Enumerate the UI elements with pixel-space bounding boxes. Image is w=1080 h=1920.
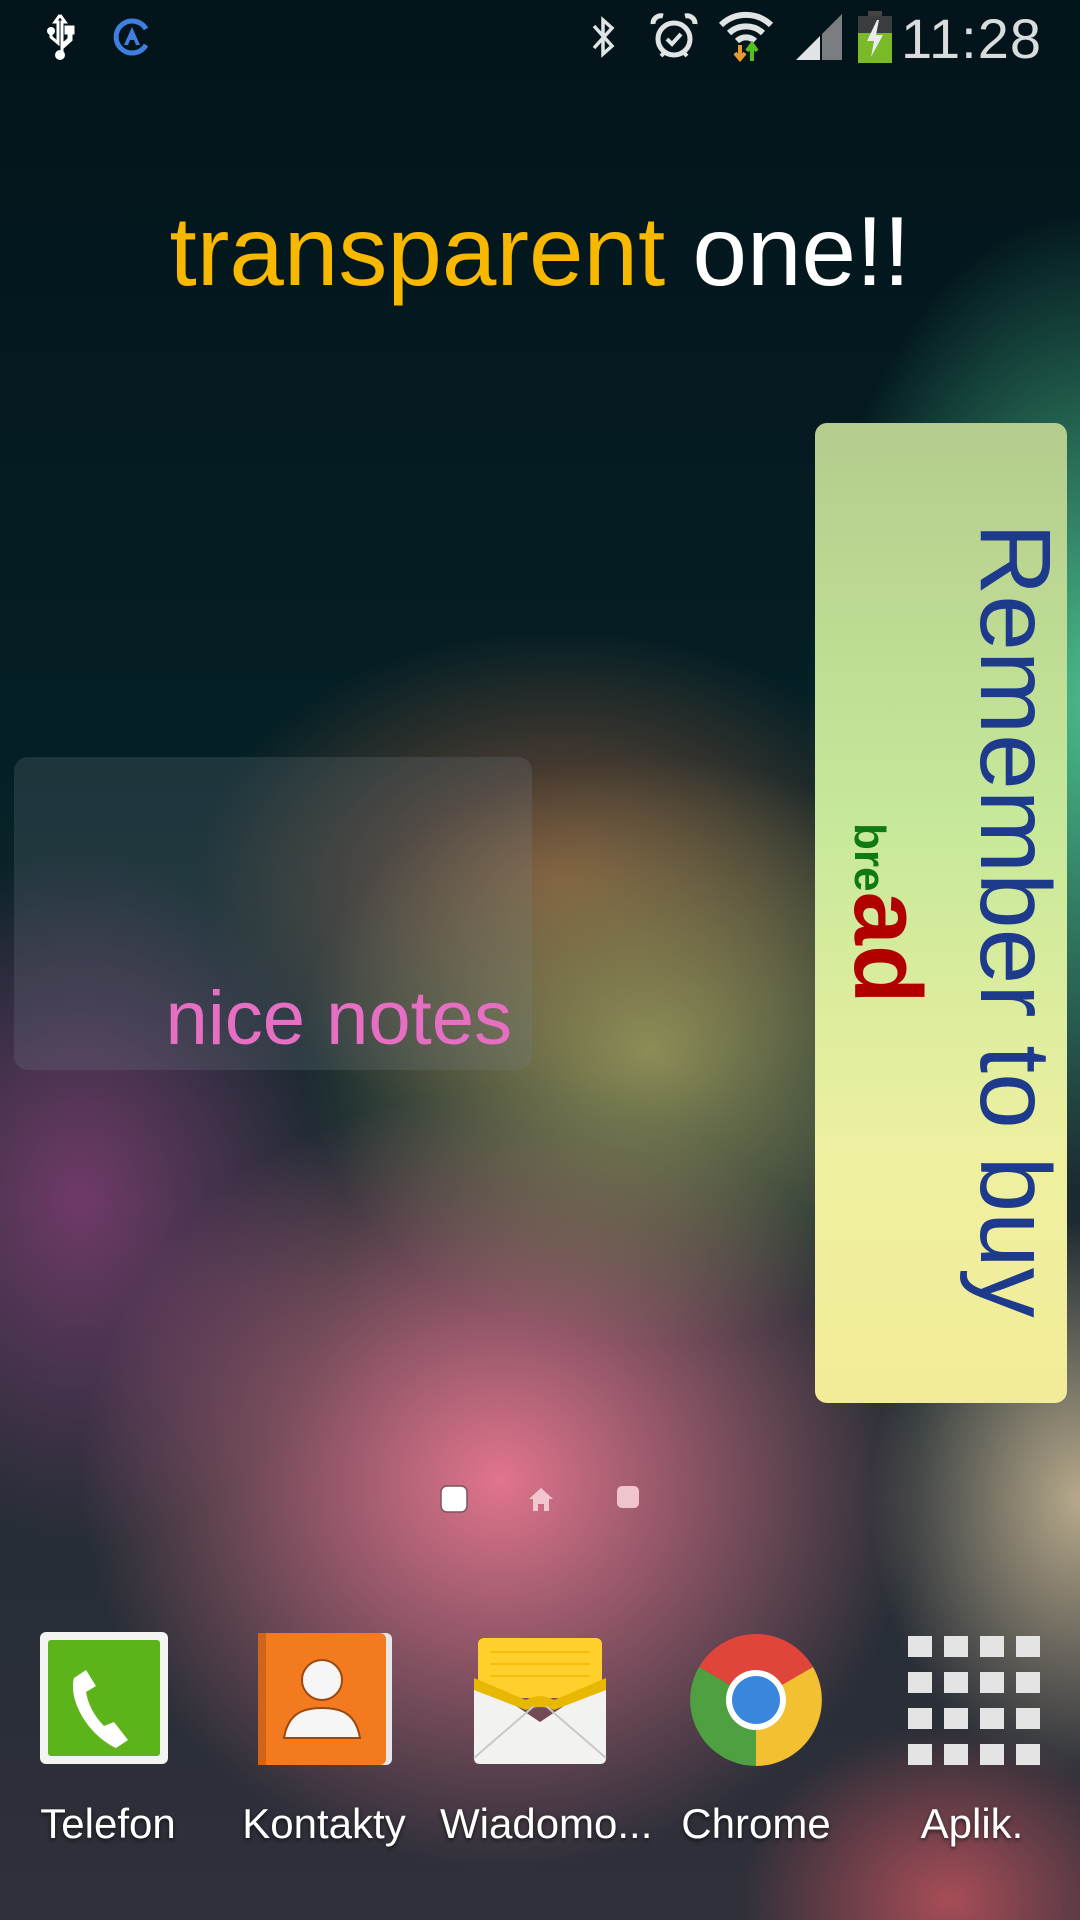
app-kontakty[interactable]: Kontakty	[224, 1630, 424, 1848]
headline-word-1: transparent	[169, 196, 666, 306]
grid-square	[1016, 1708, 1040, 1729]
grid-square	[944, 1744, 968, 1765]
chrome-icon	[686, 1630, 826, 1770]
reminder-main-text: Remember to buy	[959, 523, 1067, 1318]
alarm-icon	[648, 12, 700, 62]
airdroid-icon	[110, 12, 154, 62]
status-bar: 11:28	[0, 0, 1080, 75]
app-aplikacje[interactable]: Aplik.	[872, 1630, 1072, 1848]
grid-square	[908, 1708, 932, 1729]
battery-charging-icon	[857, 11, 893, 63]
app-label: Chrome	[681, 1800, 831, 1847]
app-wiadomosci[interactable]: Wiadomo...	[440, 1630, 653, 1848]
grid-square	[980, 1744, 1004, 1765]
page-dot[interactable]	[616, 1485, 640, 1514]
wifi-data-icon	[718, 11, 774, 63]
clock: 11:28	[901, 7, 1042, 70]
page-indicator	[0, 1485, 1080, 1515]
grid-square	[908, 1744, 932, 1765]
grid-square	[1016, 1672, 1040, 1693]
phone-icon	[38, 1630, 178, 1770]
grid-square	[980, 1672, 1004, 1693]
dock: Telefon Kontakty Wiadomo... Chrome Aplik…	[0, 1630, 1080, 1870]
headline-widget[interactable]: transparent one!!	[0, 195, 1080, 308]
reminder-widget[interactable]: Remember to buy bread	[815, 423, 1067, 1403]
grid-square	[980, 1636, 1004, 1657]
grid-square	[944, 1708, 968, 1729]
app-telefon[interactable]: Telefon	[8, 1630, 208, 1848]
app-label: Telefon	[40, 1800, 176, 1847]
apps-grid-icon	[902, 1630, 1042, 1770]
grid-square	[1016, 1744, 1040, 1765]
note-widget[interactable]: nice notes	[14, 757, 532, 1070]
app-label: Kontakty	[242, 1800, 406, 1847]
contacts-icon	[254, 1630, 394, 1770]
app-label: Wiadomo...	[440, 1800, 653, 1847]
reminder-item: bread	[834, 823, 941, 1004]
reminder-item-part-2: ad	[834, 891, 941, 1004]
home-page-icon[interactable]	[527, 1485, 555, 1518]
grid-square	[908, 1636, 932, 1657]
reminder-item-part-1: bre	[845, 823, 894, 892]
page-dot-current[interactable]	[440, 1485, 468, 1518]
note-text: nice notes	[165, 976, 512, 1061]
headline-word-2: one!!	[692, 196, 911, 306]
grid-square	[944, 1672, 968, 1693]
messages-icon	[470, 1630, 610, 1770]
app-chrome[interactable]: Chrome	[656, 1630, 856, 1848]
bluetooth-icon	[585, 12, 621, 62]
app-label: Aplik.	[920, 1800, 1024, 1847]
grid-square	[1016, 1636, 1040, 1657]
signal-icon	[795, 12, 845, 62]
grid-square	[944, 1636, 968, 1657]
grid-square	[908, 1672, 932, 1693]
grid-square	[980, 1708, 1004, 1729]
usb-icon	[40, 12, 80, 62]
